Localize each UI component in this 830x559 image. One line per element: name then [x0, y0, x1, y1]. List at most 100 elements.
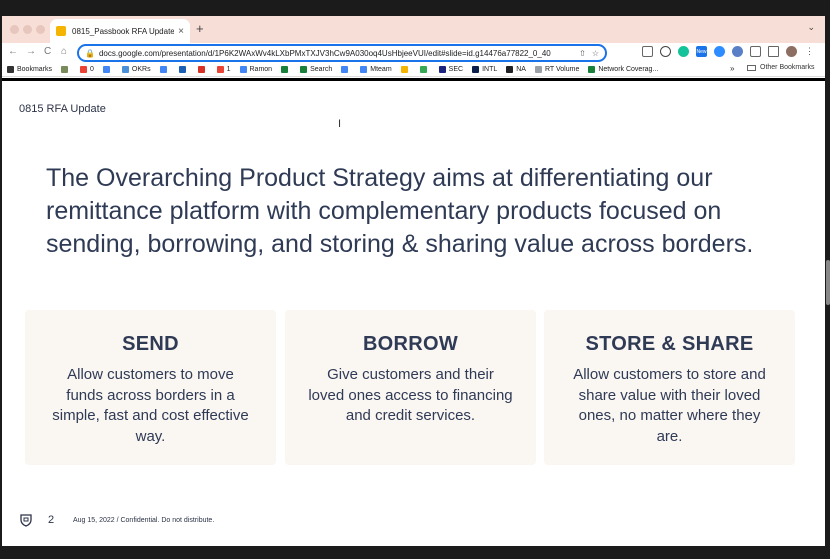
slides-favicon-icon	[56, 26, 66, 36]
bookmark-icon	[159, 66, 167, 73]
bookmark-icon	[178, 66, 186, 73]
bookmark-item[interactable]	[197, 66, 208, 73]
bookmark-item[interactable]	[102, 66, 113, 73]
share-icon[interactable]: ⇧	[579, 49, 586, 58]
bookmark-icon	[80, 66, 88, 73]
screenshot-extension-icon[interactable]	[642, 46, 653, 57]
bookmark-icon	[61, 66, 69, 73]
bookmark-label: Ramon	[249, 66, 273, 73]
card-title: STORE & SHARE	[585, 333, 754, 355]
avatar[interactable]	[786, 46, 797, 57]
bookmark-label: Network Coverag...	[598, 66, 659, 73]
sidebar-icon[interactable]	[768, 46, 779, 57]
shield-logo-icon	[20, 514, 32, 527]
zoom-window-dot[interactable]	[36, 25, 45, 34]
bookmark-label: OKRs	[131, 66, 151, 73]
bookmark-label: Mteam	[370, 66, 392, 73]
window-resize-handle[interactable]	[826, 260, 830, 305]
bookmark-icon	[438, 66, 446, 73]
bookmark-item[interactable]	[61, 66, 71, 73]
product-card-borrow: BORROW Give customers and their loved on…	[285, 310, 536, 465]
bookmark-item[interactable]: 1	[216, 66, 231, 73]
bookmark-icon	[588, 66, 596, 73]
address-bar[interactable]: 🔒 docs.google.com/presentation/d/1P6K2WA…	[77, 44, 607, 62]
bookmark-label: 1	[226, 66, 231, 73]
bookmark-label: SEC	[448, 66, 464, 73]
new-badge-extension-icon[interactable]: New	[696, 46, 707, 57]
bookmark-icon	[121, 66, 129, 73]
bookmark-item[interactable]: RT Volume	[534, 66, 580, 73]
tab-close-icon[interactable]: ×	[178, 26, 184, 37]
folder-icon	[747, 64, 756, 71]
profile-extension-icon[interactable]	[732, 46, 743, 57]
home-button[interactable]: ⌂	[61, 46, 67, 57]
bookmark-label: Search	[310, 66, 333, 73]
kebab-menu-icon[interactable]: ⋮	[804, 46, 815, 57]
bookmark-icon	[102, 66, 110, 73]
reload-button[interactable]: C	[44, 46, 51, 57]
tab-search-chevron-icon[interactable]: ⌄	[807, 22, 815, 33]
bookmark-item[interactable]: Bookmarks	[7, 66, 52, 73]
grammarly-extension-icon[interactable]	[678, 46, 689, 57]
bookmark-label: Bookmarks	[17, 66, 53, 73]
bookmark-item[interactable]: 0	[80, 66, 94, 73]
tab-active[interactable]: 0815_Passbook RFA Update - ×	[50, 19, 190, 43]
bookmark-item[interactable]: OKRs	[121, 66, 151, 73]
bookmark-label: NA	[516, 66, 526, 73]
new-tab-button[interactable]: +	[196, 21, 204, 36]
bookmarks-bar: Bookmarks 0 OKRs 1 Ramon Search Mteam SEC INTL NA…	[2, 63, 825, 77]
bookmark-item[interactable]: INTL	[472, 66, 497, 73]
bookmark-label: INTL	[482, 66, 498, 73]
slide-headline: The Overarching Product Strategy aims at…	[46, 164, 754, 258]
bookmark-item[interactable]: NA	[506, 66, 526, 73]
card-description: Give customers and their loved ones acce…	[308, 366, 513, 424]
bookmark-item[interactable]: Network Coverag...	[588, 66, 658, 73]
card-title: BORROW	[362, 333, 459, 355]
card-title: SEND	[122, 333, 179, 355]
bookmark-icon	[360, 66, 368, 73]
slide-page-number: 2	[48, 514, 55, 526]
slide-footer-note: Aug 15, 2022 / Confidential. Do not dist…	[73, 517, 215, 524]
zoom-extension-icon[interactable]	[714, 46, 725, 57]
bookmark-item[interactable]	[178, 66, 189, 73]
bookmark-item[interactable]: Mteam	[360, 66, 392, 73]
bookmark-icon	[197, 66, 205, 73]
bookmark-icon	[506, 66, 514, 73]
other-bookmarks-button[interactable]: Other Bookmarks	[747, 64, 814, 71]
slide-canvas: 0815 RFA Update I The Overarching Produc…	[2, 81, 825, 546]
bookmarks-overflow-button[interactable]: »	[730, 64, 734, 73]
browser-toolbar: ← → C ⌂ 🔒 docs.google.com/presentation/d…	[2, 43, 825, 63]
back-button[interactable]: ←	[8, 46, 18, 57]
browser-window: 0815_Passbook RFA Update - × + ⌄ ← → C ⌂…	[2, 16, 825, 546]
bookmark-item[interactable]: Search	[300, 66, 332, 73]
bookmark-item[interactable]	[400, 66, 411, 73]
bookmark-item[interactable]	[341, 66, 351, 73]
url-text[interactable]: docs.google.com/presentation/d/1P6K2WAxW…	[99, 49, 573, 58]
minimize-window-dot[interactable]	[23, 25, 32, 34]
bookmark-label: RT Volume	[544, 66, 580, 73]
tab-title: 0815_Passbook RFA Update -	[72, 26, 175, 36]
bookmark-item[interactable]	[159, 66, 170, 73]
bookmark-item[interactable]: SEC	[438, 66, 464, 73]
bookmark-icon	[419, 66, 427, 73]
forward-button[interactable]: →	[26, 46, 36, 57]
info-extension-icon[interactable]	[660, 46, 671, 57]
other-bookmarks-label: Other Bookmarks	[760, 64, 815, 71]
bookmark-icon	[400, 66, 408, 73]
lock-icon[interactable]: 🔒	[85, 49, 95, 58]
bookmark-icon	[239, 66, 247, 73]
bookmark-item[interactable]: Ramon	[239, 66, 273, 73]
bookmark-icon	[472, 66, 480, 73]
bookmark-item[interactable]	[281, 66, 291, 73]
product-card-send: SEND Allow customers to move funds acros…	[25, 310, 276, 465]
bookmark-label: 0	[90, 66, 94, 73]
close-window-dot[interactable]	[10, 25, 19, 34]
card-description: Allow customers to store and share value…	[573, 366, 766, 445]
tab-strip: 0815_Passbook RFA Update - × + ⌄	[2, 16, 825, 43]
extensions-bar: New ⋮	[642, 46, 815, 57]
star-icon[interactable]: ☆	[592, 49, 599, 58]
bookmark-item[interactable]	[419, 66, 430, 73]
puzzle-extensions-icon[interactable]	[750, 46, 761, 57]
slide-header: 0815 RFA Update	[19, 103, 106, 115]
bookmark-icon	[281, 66, 289, 73]
